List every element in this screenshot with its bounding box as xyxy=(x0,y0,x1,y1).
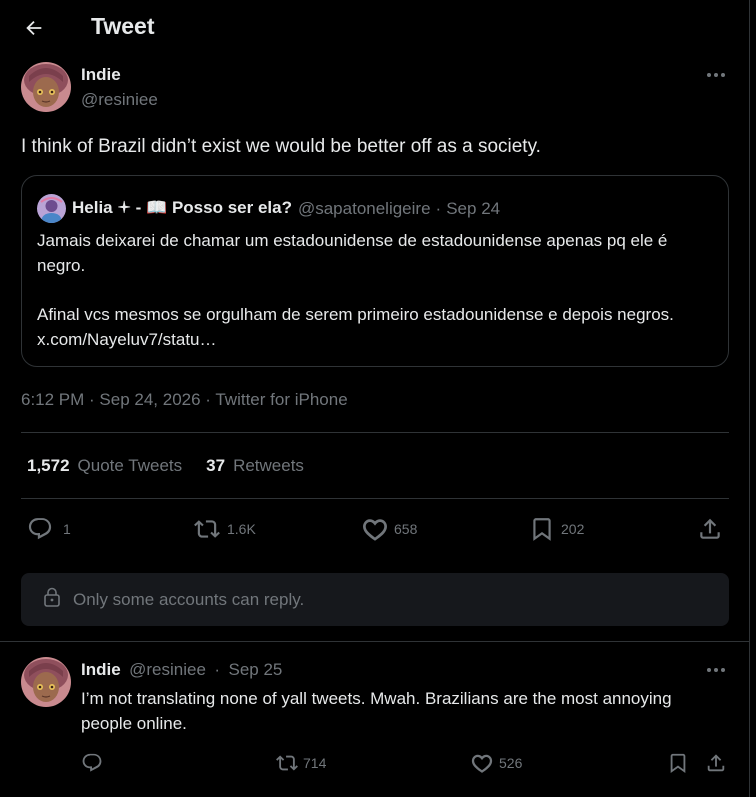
quoted-author-avatar xyxy=(37,194,66,223)
like-count: 658 xyxy=(394,521,418,537)
quoted-paragraph: Afinal vcs mesmos se orgulham de serem p… xyxy=(37,305,674,349)
author-handle[interactable]: @resiniee xyxy=(81,90,158,110)
reply-author-name[interactable]: Indie xyxy=(81,660,121,679)
reply-reply-button[interactable] xyxy=(81,752,103,774)
reply-share-button[interactable] xyxy=(705,752,727,774)
retweets-count: 37 xyxy=(206,456,226,475)
share-icon xyxy=(697,516,723,542)
bookmark-count: 202 xyxy=(561,521,585,537)
reply-icon xyxy=(81,752,103,774)
reply-restriction-text: Only some accounts can reply. xyxy=(73,589,305,609)
quoted-paragraph: Jamais deixarei de chamar um estadounide… xyxy=(37,231,668,275)
quoted-date: Sep 24 xyxy=(446,198,501,218)
retweet-icon xyxy=(275,752,299,774)
tweet-text: I think of Brazil didn’t exist we would … xyxy=(21,136,541,157)
reply-author-handle[interactable]: @resiniee xyxy=(129,660,206,679)
like-button[interactable]: 658 xyxy=(362,516,417,542)
divider xyxy=(21,498,729,499)
retweet-button[interactable]: 1.6K xyxy=(193,516,256,542)
reply-header: Indie @resiniee · Sep 25 xyxy=(81,660,282,680)
tweet-timestamp[interactable]: 6:12 PM · Sep 24, 2026 · Twitter for iPh… xyxy=(21,390,348,410)
reply-retweet-button[interactable]: 714 xyxy=(275,752,326,774)
reply-icon xyxy=(27,516,53,542)
heart-icon xyxy=(471,752,493,774)
quoted-tweet[interactable]: Helia 🟄 - 📖 Posso ser ela? @sapatonelige… xyxy=(21,175,729,367)
retweet-icon xyxy=(193,516,221,542)
bookmark-icon xyxy=(667,752,689,774)
reply-like-count: 526 xyxy=(499,755,523,771)
share-button[interactable] xyxy=(697,516,723,542)
quoted-tweet-body: Jamais deixarei de chamar um estadounide… xyxy=(37,228,717,352)
quoted-separator: · xyxy=(435,198,442,218)
author-name[interactable]: Indie xyxy=(81,65,121,85)
quoted-tweet-header: Helia 🟄 - 📖 Posso ser ela? @sapatonelige… xyxy=(37,194,500,223)
reply-retweet-count: 714 xyxy=(303,755,327,771)
divider xyxy=(21,432,729,433)
reply-count: 1 xyxy=(63,521,71,537)
reply-bookmark-button[interactable] xyxy=(667,752,689,774)
author-avatar[interactable] xyxy=(21,62,71,112)
reply-button[interactable]: 1 xyxy=(27,516,71,542)
reply-restriction-notice: Only some accounts can reply. xyxy=(21,573,729,626)
engagement-stats: 1,572 Quote Tweets 37 Retweets xyxy=(27,456,304,476)
bookmark-icon xyxy=(529,516,555,542)
reply-separator: · xyxy=(214,660,221,679)
share-icon xyxy=(705,752,727,774)
thread-separator xyxy=(0,641,750,642)
reply-date[interactable]: Sep 25 xyxy=(229,660,283,679)
quote-tweets-count: 1,572 xyxy=(27,456,70,475)
back-arrow-icon[interactable] xyxy=(20,14,48,42)
reply-author-avatar[interactable] xyxy=(21,657,71,707)
tweet-page: Tweet Indie @resiniee I think of Brazil … xyxy=(0,0,750,797)
retweets-label: Retweets xyxy=(233,456,304,475)
quoted-author-handle: @sapatoneligeire xyxy=(297,198,431,218)
retweet-count: 1.6K xyxy=(227,521,256,537)
heart-icon xyxy=(362,516,388,542)
quote-tweets-stat[interactable]: 1,572 Quote Tweets xyxy=(27,456,182,476)
lock-icon xyxy=(43,587,61,612)
more-options-icon[interactable] xyxy=(701,658,731,682)
header: Tweet xyxy=(0,0,750,56)
bookmark-button[interactable]: 202 xyxy=(529,516,584,542)
reply-text: I’m not translating none of yall tweets.… xyxy=(81,689,672,733)
quote-tweets-label: Quote Tweets xyxy=(77,456,183,475)
retweets-stat[interactable]: 37 Retweets xyxy=(206,456,304,476)
page-title: Tweet xyxy=(91,13,155,39)
quoted-author-name: Helia 🟄 - 📖 Posso ser ela? xyxy=(72,198,292,217)
reply-like-button[interactable]: 526 xyxy=(471,752,522,774)
more-options-icon[interactable] xyxy=(701,63,731,87)
